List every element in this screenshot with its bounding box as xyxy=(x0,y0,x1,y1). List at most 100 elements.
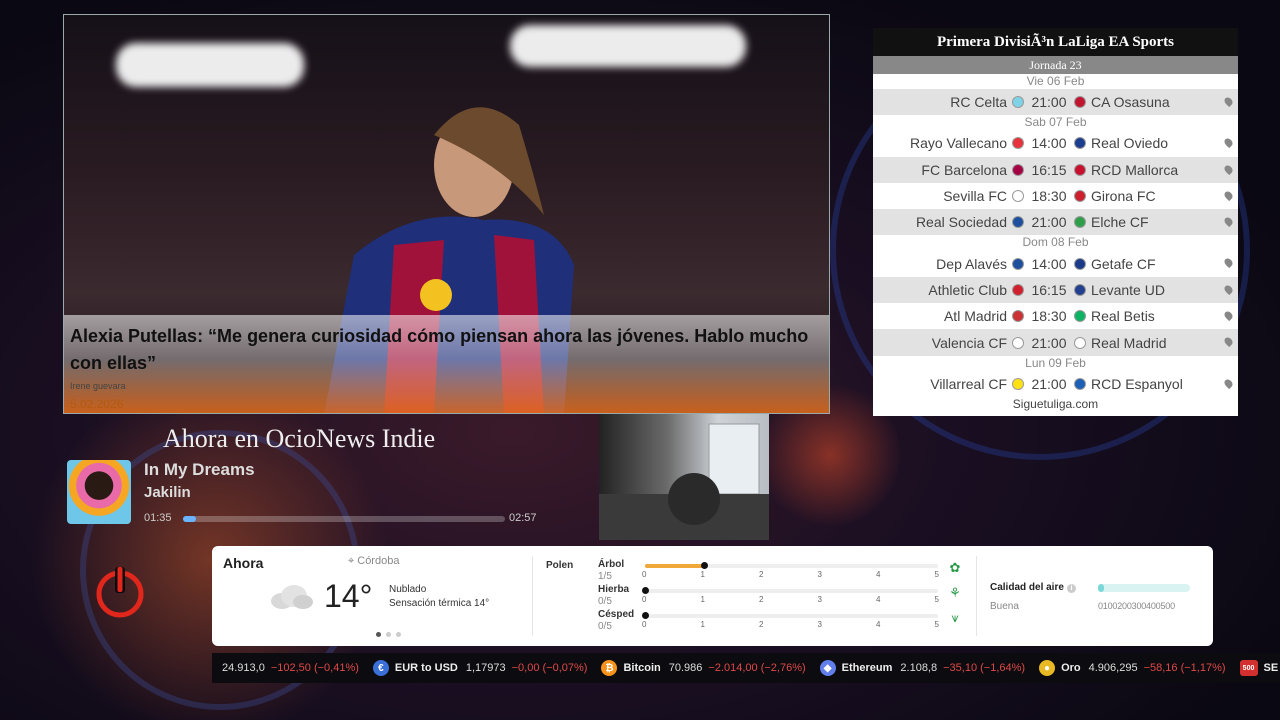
away-crest-icon xyxy=(1074,310,1086,323)
match-row[interactable]: Sevilla FC 18:30 Girona FC xyxy=(873,183,1238,209)
carousel-dot[interactable] xyxy=(376,632,381,637)
away-team: Girona FC xyxy=(1091,188,1156,205)
pollen-marker xyxy=(642,587,649,594)
news-caption: Alexia Putellas: “Me genera curiosidad c… xyxy=(64,315,829,413)
air-quality-value: Buena xyxy=(990,601,1019,612)
home-team: Rayo Vallecano xyxy=(909,135,1007,152)
away-team: Getafe CF xyxy=(1091,255,1156,272)
pollen-tick: 5 xyxy=(934,620,939,629)
pollen-track xyxy=(642,612,938,619)
gold-icon: ● xyxy=(1039,660,1056,676)
location-pin-icon: ⌖ xyxy=(348,555,358,567)
air-quality-scale: 0100200300400500 xyxy=(1098,601,1175,611)
carousel-dot[interactable] xyxy=(396,632,401,637)
away-crest-icon xyxy=(1074,96,1086,109)
news-date: 5.02.2026 xyxy=(70,397,124,411)
weather-widget: Ahora ⌖ Córdoba 14° Nublado Sensación té… xyxy=(212,546,1213,646)
match-time: 21:00 xyxy=(1031,375,1067,392)
ticker-name: EUR to USD xyxy=(394,662,458,674)
away-crest-icon xyxy=(1074,283,1086,296)
home-team: RC Celta xyxy=(950,94,1007,111)
away-team: RCD Espanyol xyxy=(1091,375,1183,392)
pollen-tick: 5 xyxy=(934,570,939,579)
home-crest-icon xyxy=(1012,283,1024,296)
ticker-item[interactable]: € EUR to USD 1,17973 −0,00 (−0,07%) xyxy=(372,660,588,676)
ticker-item[interactable]: ◆ Ethereum 2.108,8 −35,10 (−1,64%) xyxy=(819,660,1025,676)
news-card[interactable]: Alexia Putellas: “Me genera curiosidad c… xyxy=(63,14,830,414)
ticker-change: −2.014,00 (−2,76%) xyxy=(708,662,806,674)
pollen-tick: 4 xyxy=(876,595,881,604)
away-crest-icon xyxy=(1074,216,1086,229)
news-author: Irene guevara xyxy=(70,381,126,391)
home-team: Atl Madrid xyxy=(943,308,1007,325)
home-crest-icon xyxy=(1012,310,1024,323)
match-row[interactable]: Athletic Club 16:15 Levante UD xyxy=(873,276,1238,304)
ticker-name: Ethereum xyxy=(841,662,893,674)
camera-room-scene xyxy=(599,423,769,540)
home-crest-icon xyxy=(1012,377,1024,390)
schedule-body: Vie 06 Feb RC Celta 21:00 CA Osasuna Sab 07 … xyxy=(873,74,1238,397)
pollen-marker xyxy=(642,612,649,619)
match-row[interactable]: Valencia CF 21:00 Real Madrid xyxy=(873,329,1238,356)
match-row[interactable]: Villarreal CF 21:00 RCD Espanyol xyxy=(873,371,1238,397)
pollen-tick: 1 xyxy=(700,595,705,604)
air-quality-label: Calidad del aire i xyxy=(990,582,1076,593)
pollen-value: 0/5 xyxy=(598,596,612,607)
ticker-item[interactable]: 500 SE xyxy=(1239,660,1280,676)
away-team: CA Osasuna xyxy=(1091,94,1170,111)
match-row[interactable]: RC Celta 21:00 CA Osasuna xyxy=(873,89,1238,116)
match-row[interactable]: Real Sociedad 21:00 Elche CF xyxy=(873,209,1238,236)
air-quality-title: Calidad del aire xyxy=(990,582,1064,593)
home-crest-icon xyxy=(1012,190,1024,203)
news-headline[interactable]: Alexia Putellas: “Me genera curiosidad c… xyxy=(70,323,823,377)
away-team: Real Oviedo xyxy=(1091,135,1169,152)
pollen-tick: 5 xyxy=(934,595,939,604)
pollen-weed-icon: ⚘ xyxy=(949,585,961,600)
ticker-item[interactable]: ● Oro 4.906,295 −58,16 (−1,17%) xyxy=(1039,660,1226,676)
ticker-price: 70.986 xyxy=(668,662,703,674)
cloud-icon xyxy=(271,585,313,609)
ticker-change: −102,50 (−0,41%) xyxy=(270,662,359,674)
info-icon[interactable]: i xyxy=(1066,584,1076,593)
match-row[interactable]: FC Barcelona 16:15 RCD Mallorca xyxy=(873,156,1238,183)
pollen-marker xyxy=(700,562,708,569)
match-time: 18:30 xyxy=(1031,308,1067,325)
weather-city-name: Córdoba xyxy=(357,555,400,567)
ticker-price: 1,17973 xyxy=(465,662,506,674)
away-team: Levante UD xyxy=(1091,281,1165,298)
ticker-change: −0,00 (−0,07%) xyxy=(511,662,588,674)
match-time: 16:15 xyxy=(1031,161,1067,178)
schedule-date: Dom 08 Feb xyxy=(1022,235,1089,250)
pollen-grass-icon: ⩛ xyxy=(951,610,959,625)
weather-city: ⌖ Córdoba xyxy=(348,555,399,568)
ticker-item[interactable]: 24.913,0 −102,50 (−0,41%) xyxy=(222,662,359,674)
home-team: Dep Alavés xyxy=(936,255,1007,272)
pollen-label: Polen xyxy=(546,560,574,571)
ticker-item[interactable]: ₿ Bitcoin 70.986 −2.014,00 (−2,76%) xyxy=(601,660,806,676)
power-icon[interactable] xyxy=(93,565,147,619)
home-team: FC Barcelona xyxy=(921,161,1007,178)
home-crest-icon xyxy=(1012,336,1024,349)
ticker-price: 4.906,295 xyxy=(1088,662,1138,674)
away-crest-icon xyxy=(1074,336,1086,349)
pollen-track xyxy=(645,562,938,569)
ethereum-icon: ◆ xyxy=(819,660,836,676)
air-quality-bar xyxy=(1098,584,1190,592)
carousel-dot[interactable] xyxy=(386,632,391,637)
match-row[interactable]: Rayo Vallecano 14:00 Real Oviedo xyxy=(873,130,1238,156)
away-team: Real Betis xyxy=(1091,308,1155,325)
track-progress-bar[interactable] xyxy=(183,516,505,522)
home-team: Athletic Club xyxy=(928,281,1007,298)
pollen-type: Césped xyxy=(598,609,635,620)
match-time: 14:00 xyxy=(1031,255,1067,272)
track-title: In My Dreams xyxy=(144,460,255,479)
pollen-tick: 2 xyxy=(759,595,764,604)
track-progress-fill xyxy=(183,516,196,522)
pollen-value: 0/5 xyxy=(598,621,612,632)
match-row[interactable]: Atl Madrid 18:30 Real Betis xyxy=(873,303,1238,329)
carousel-dots[interactable] xyxy=(376,632,401,637)
album-art xyxy=(67,460,131,524)
schedule-title: Primera DivisiÃ³n LaLiga EA Sports xyxy=(873,28,1238,56)
match-row[interactable]: Dep Alavés 14:00 Getafe CF xyxy=(873,250,1238,276)
home-team: Valencia CF xyxy=(931,334,1007,351)
